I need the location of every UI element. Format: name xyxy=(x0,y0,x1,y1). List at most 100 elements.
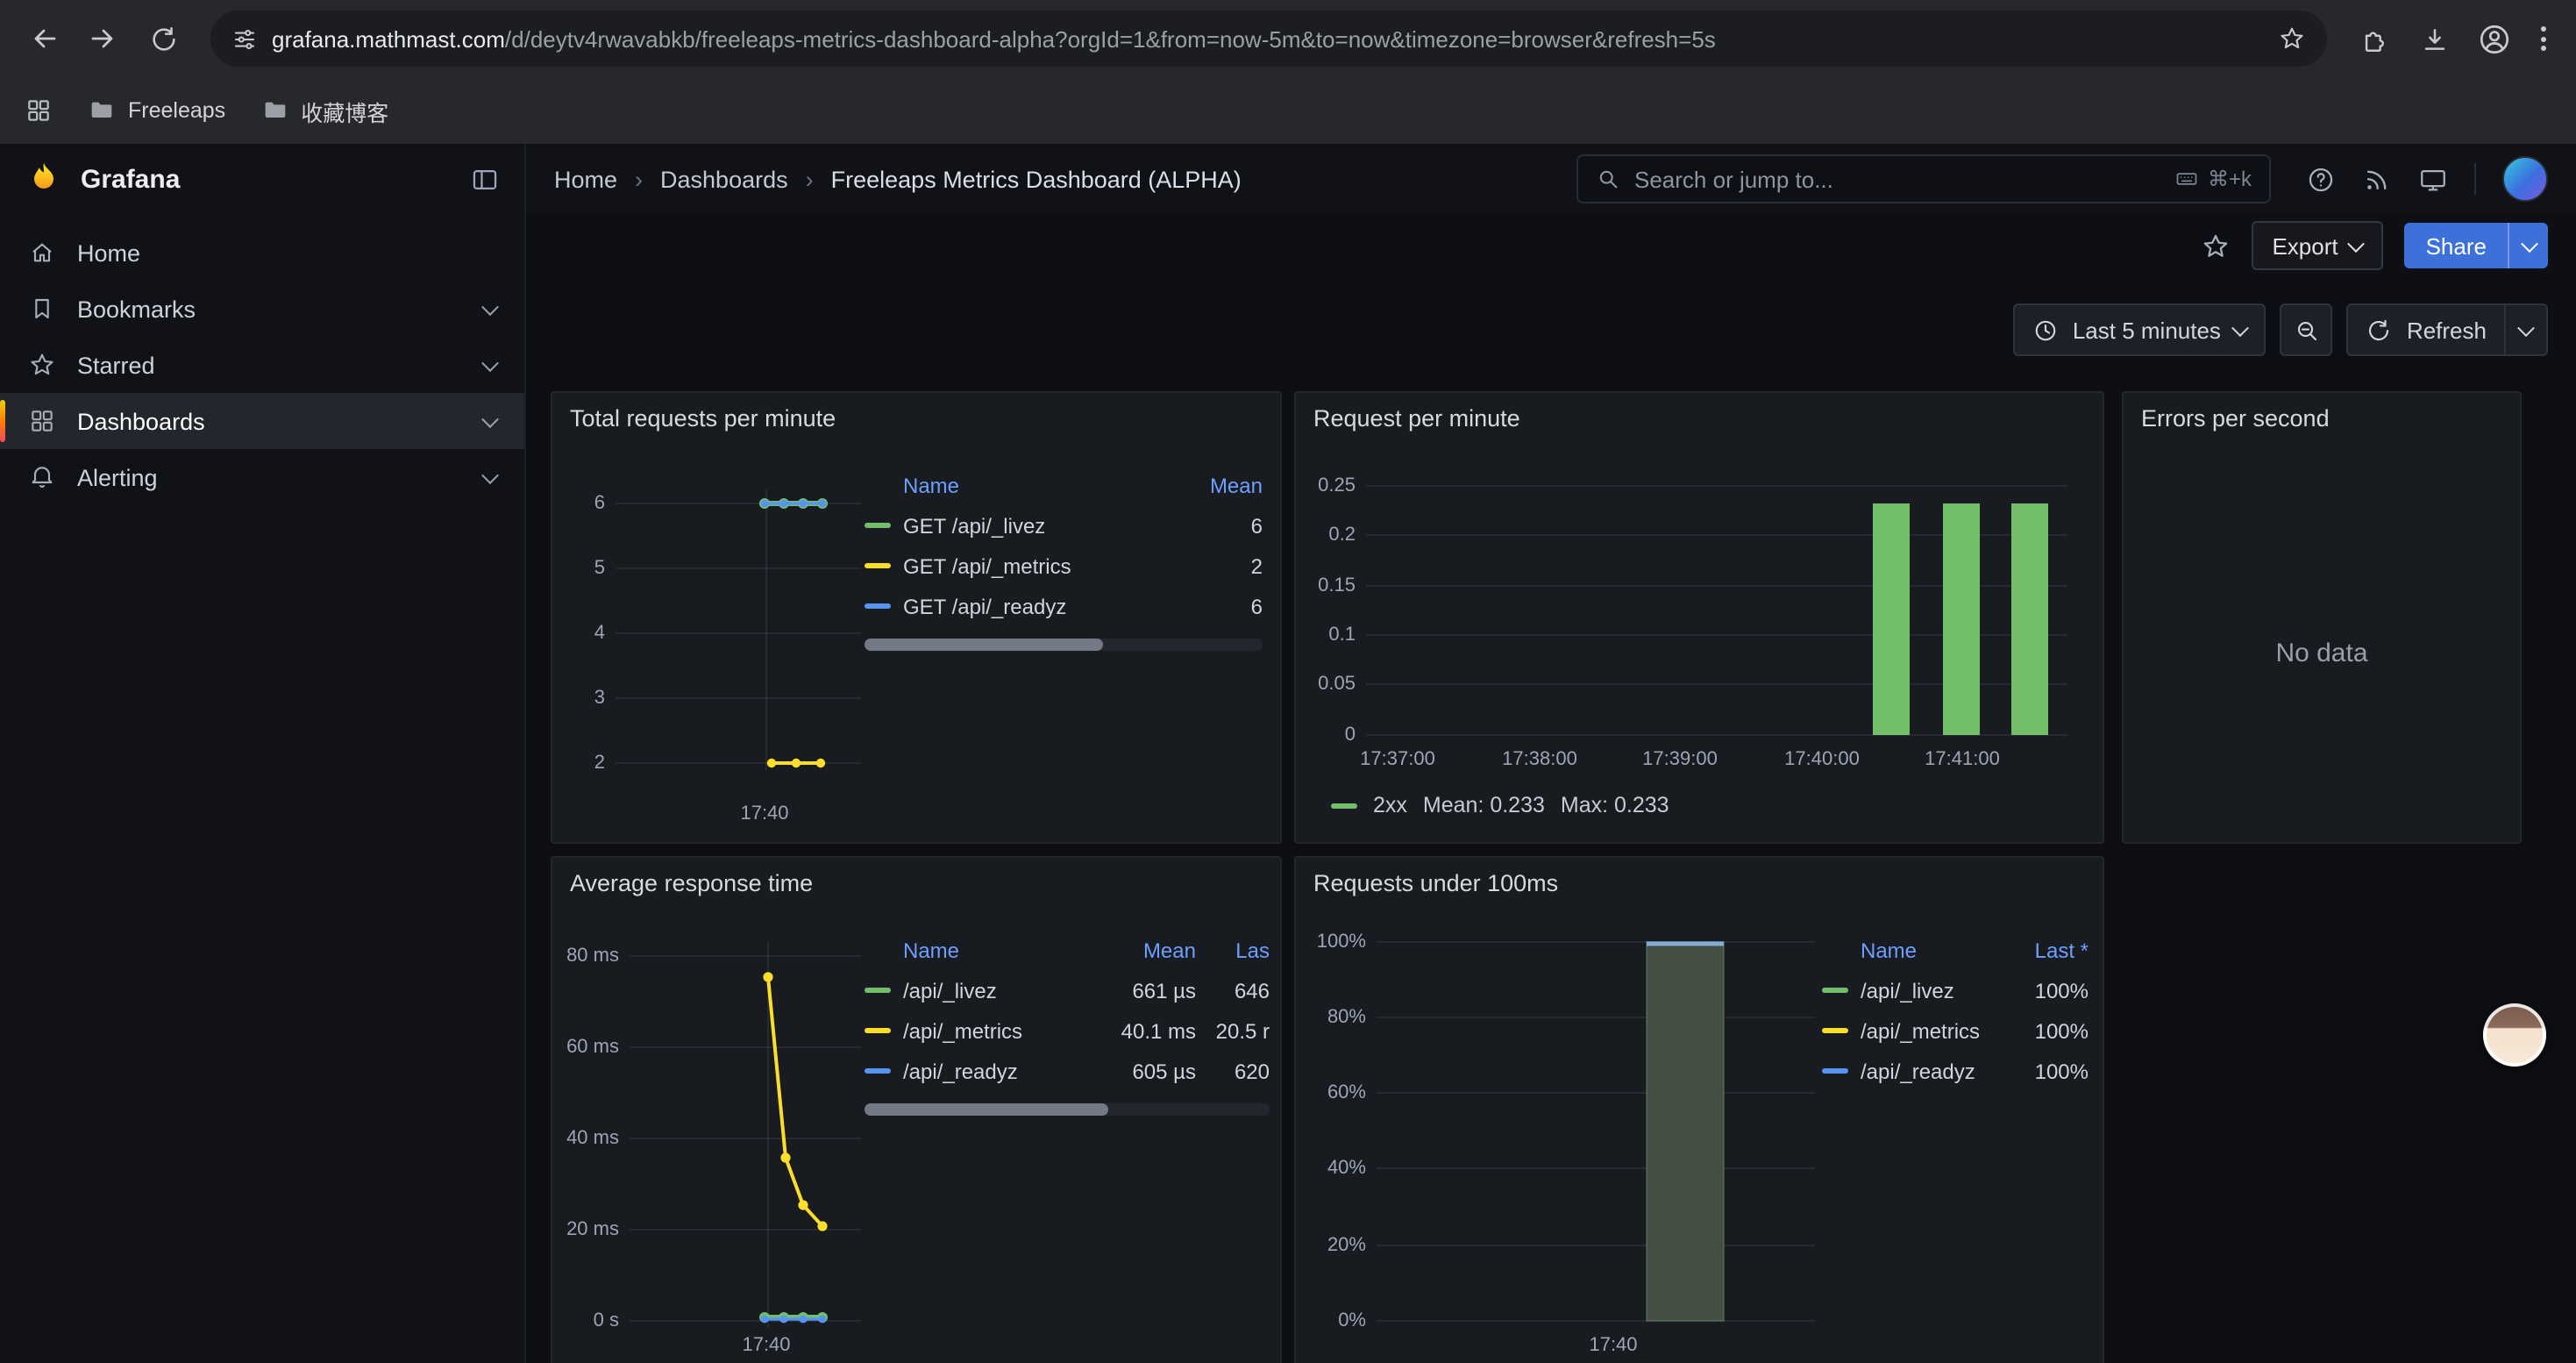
chevron-down-icon[interactable] xyxy=(481,466,499,483)
panel-title[interactable]: Requests under 100ms xyxy=(1313,870,1558,896)
legend-col-name[interactable]: Name xyxy=(865,938,1094,963)
series-toggle[interactable]: 2xx xyxy=(1373,793,1407,817)
legend-inline: 2xx Mean: 0.233 Max: 0.233 xyxy=(1331,793,1669,817)
browser-menu-icon[interactable] xyxy=(2527,12,2558,65)
legend-header: Name Mean xyxy=(865,467,1263,505)
search-input[interactable]: Search or jump to... ⌘+k xyxy=(1576,154,2271,203)
sidebar-item-dashboards[interactable]: Dashboards xyxy=(0,393,524,449)
url-text[interactable]: grafana.mathmast.com/d/deytv4rwavabkb/fr… xyxy=(272,25,2264,52)
panel-title[interactable]: Total requests per minute xyxy=(570,405,836,432)
grafana-logo[interactable] xyxy=(25,160,63,198)
export-button[interactable]: Export xyxy=(2251,221,2383,270)
site-settings-icon[interactable] xyxy=(231,25,258,52)
y-tick: 80 ms xyxy=(559,946,619,967)
zoom-out-button[interactable] xyxy=(2281,303,2333,356)
news-rss-icon[interactable] xyxy=(2362,164,2392,194)
legend-value: 605 µs xyxy=(1094,1059,1196,1083)
breadcrumb: Home Dashboards Freeleaps Metrics Dashbo… xyxy=(554,166,1242,192)
y-tick: 4 xyxy=(566,623,605,644)
legend-row: GET /api/_livez 6 xyxy=(865,505,1263,546)
help-icon[interactable] xyxy=(2306,164,2336,194)
scrollbar-thumb[interactable] xyxy=(865,1103,1107,1116)
series-swatch xyxy=(1822,988,1848,993)
series-toggle[interactable]: /api/_readyz xyxy=(865,1059,1094,1083)
chevron-down-icon[interactable] xyxy=(481,297,499,315)
y-tick: 3 xyxy=(566,688,605,709)
chevron-down-icon xyxy=(2517,318,2535,336)
legend-col-name[interactable]: Name xyxy=(865,474,1178,498)
sidebar-item-label: Alerting xyxy=(77,464,158,490)
download-icon[interactable] xyxy=(2408,12,2460,65)
chevron-down-icon[interactable] xyxy=(481,353,499,371)
time-range-picker[interactable]: Last 5 minutes xyxy=(2013,303,2266,356)
extensions-icon[interactable] xyxy=(2348,12,2401,65)
y-tick: 60 ms xyxy=(559,1037,619,1058)
x-tick: 17:40 xyxy=(740,803,788,824)
legend-col-mean[interactable]: Mean xyxy=(1094,938,1196,963)
breadcrumb-dashboards[interactable]: Dashboards xyxy=(660,166,788,192)
series-toggle[interactable]: GET /api/_readyz xyxy=(865,594,1178,618)
x-tick: 17:38:00 xyxy=(1502,749,1577,770)
back-icon[interactable] xyxy=(18,12,70,65)
divider xyxy=(2474,163,2476,195)
panel-title[interactable]: Errors per second xyxy=(2141,405,2330,432)
y-tick: 60% xyxy=(1303,1082,1366,1103)
profile-icon[interactable] xyxy=(2467,12,2520,65)
y-tick: 0 xyxy=(1306,724,1356,746)
sidebar-item-alerting[interactable]: Alerting xyxy=(0,449,524,505)
address-bar[interactable]: grafana.mathmast.com/d/deytv4rwavabkb/fr… xyxy=(210,11,2327,67)
dock-sidebar-icon[interactable] xyxy=(470,164,500,194)
legend-col-last[interactable]: Last * xyxy=(1997,938,2089,963)
series-toggle[interactable]: /api/_livez xyxy=(1822,978,1997,1003)
bookmarks-bar: Freeleaps 收藏博客 xyxy=(0,77,2576,144)
bookmark-item-freeleaps[interactable]: Freeleaps xyxy=(88,96,225,125)
refresh-icon xyxy=(2366,317,2393,343)
series-swatch xyxy=(1822,1028,1848,1033)
tv-kiosk-icon[interactable] xyxy=(2418,164,2448,194)
breadcrumb-current: Freeleaps Metrics Dashboard (ALPHA) xyxy=(831,166,1242,192)
sidebar-item-starred[interactable]: Starred xyxy=(0,337,524,393)
share-button-group: Share xyxy=(2405,223,2548,268)
series-toggle[interactable]: GET /api/_metrics xyxy=(865,553,1178,578)
dashboard-canvas: Total requests per minute 6 5 4 3 2 xyxy=(526,361,2576,1363)
scrollbar-thumb[interactable] xyxy=(865,639,1103,651)
breadcrumb-home[interactable]: Home xyxy=(554,166,617,192)
chevron-down-icon[interactable] xyxy=(481,410,499,427)
legend-scrollbar xyxy=(865,1103,1270,1116)
bookmark-item-blogs[interactable]: 收藏博客 xyxy=(260,94,388,127)
bookmark-star-icon[interactable] xyxy=(2278,25,2306,53)
share-button[interactable]: Share xyxy=(2405,223,2508,268)
legend-row: /api/_metrics 40.1 ms 20.5 r xyxy=(865,1010,1270,1051)
legend-value: 661 µs xyxy=(1094,978,1196,1003)
series-toggle[interactable]: /api/_livez xyxy=(865,978,1094,1003)
favorite-star-icon[interactable] xyxy=(2200,231,2230,260)
panel-title[interactable]: Average response time xyxy=(570,870,813,896)
user-avatar[interactable] xyxy=(2502,156,2548,202)
assistant-avatar-button[interactable] xyxy=(2483,1003,2546,1067)
series-toggle[interactable]: GET /api/_livez xyxy=(865,513,1178,538)
legend-col-last[interactable]: Las xyxy=(1196,938,1270,963)
forward-icon[interactable] xyxy=(77,12,130,65)
series-swatch xyxy=(865,1028,891,1033)
series-toggle[interactable]: /api/_metrics xyxy=(1822,1018,1997,1043)
refresh-interval-button[interactable] xyxy=(2506,303,2548,356)
legend-row: GET /api/_readyz 6 xyxy=(865,586,1263,626)
panel-request-per-minute: Request per minute 0.25 0.2 0.15 0.1 0.0… xyxy=(1294,391,2104,844)
sidebar-item-home[interactable]: Home xyxy=(0,225,524,281)
legend-col-name[interactable]: Name xyxy=(1822,938,1997,963)
series-toggle[interactable]: /api/_metrics xyxy=(865,1018,1094,1043)
chevron-down-icon xyxy=(2520,234,2537,252)
legend-col-mean[interactable]: Mean xyxy=(1178,474,1263,498)
reload-icon[interactable] xyxy=(137,12,189,65)
dashboard-area: Export Share Last 5 minutes xyxy=(526,214,2576,1363)
panel-title[interactable]: Request per minute xyxy=(1313,405,1520,432)
series-toggle[interactable]: /api/_readyz xyxy=(1822,1059,1997,1083)
share-menu-button[interactable] xyxy=(2508,223,2548,268)
sidebar-item-bookmarks[interactable]: Bookmarks xyxy=(0,281,524,337)
y-tick: 20 ms xyxy=(559,1219,619,1240)
apps-grid-icon[interactable] xyxy=(25,96,53,125)
refresh-button[interactable]: Refresh xyxy=(2347,303,2506,356)
series-swatch xyxy=(865,563,891,568)
series-swatch xyxy=(865,523,891,528)
no-data-message: No data xyxy=(2124,639,2520,668)
